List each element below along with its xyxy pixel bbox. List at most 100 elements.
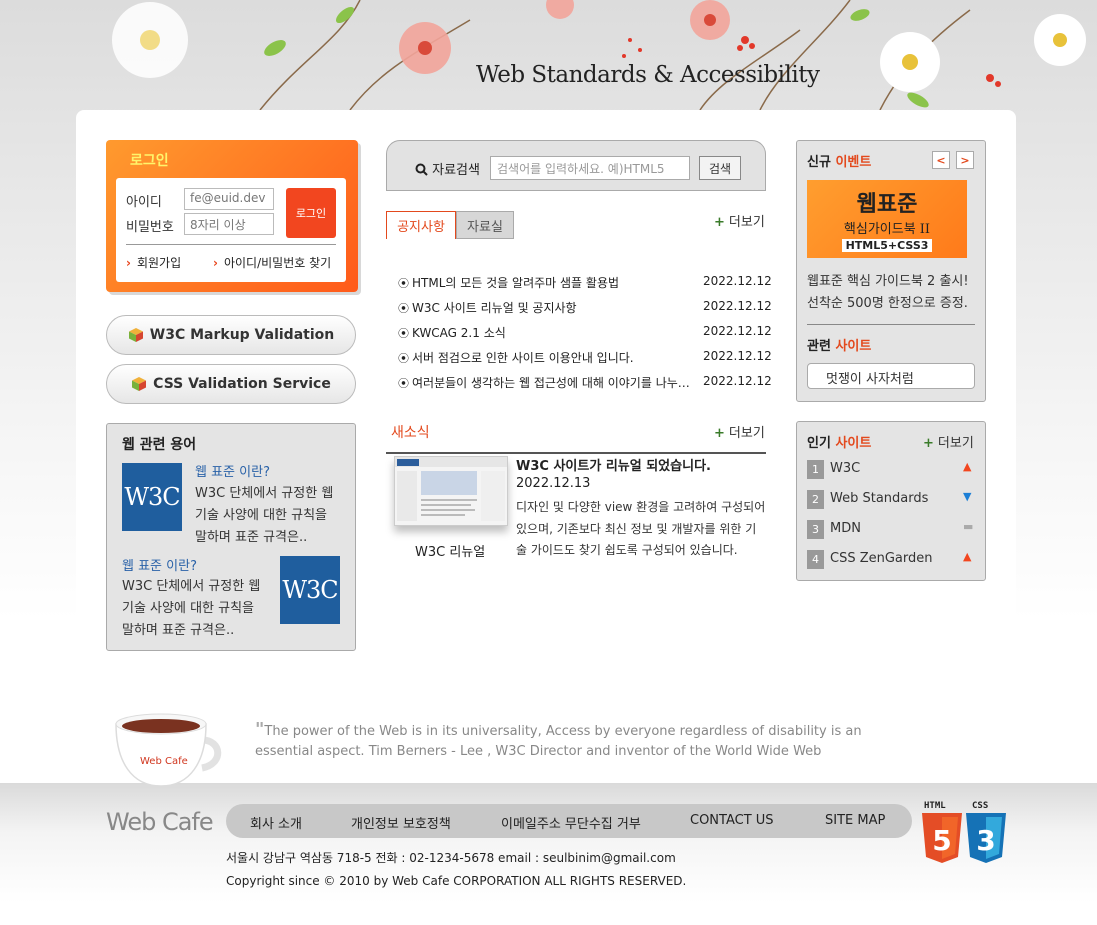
term-description: W3C 단체에서 규정한 웹 기술 사양에 대한 규칙을 말하며 표준 규격은.… [195,483,333,549]
password-input[interactable]: 8자리 이상 [184,213,274,235]
popular-site-item[interactable]: 4 CSS ZenGarden ▲ [807,550,977,572]
news-title: 새소식 [391,425,430,441]
list-item[interactable]: ⦿ KWCAG 2.1 소식 2022.12.12 [398,322,772,347]
popular-more-link[interactable]: + 더보기 [923,432,974,451]
css3-number: 3 [976,824,995,857]
next-arrow-button[interactable]: > [956,151,974,169]
popular-site-item[interactable]: 2 Web Standards ▼ [807,490,977,512]
search-bar: 자료검색 검색어를 입력하세요. 예)HTML5 검색 [386,140,766,191]
notice-more-link[interactable]: + 더보기 [714,211,765,230]
w3c-markup-validation-label: W3C Markup Validation [149,327,335,343]
news-thumbnail-caption: W3C 리뉴얼 [415,545,486,560]
news-more-link[interactable]: + 더보기 [714,422,765,441]
footer-link-sitemap[interactable]: SITE MAP [825,813,885,828]
footer-logo[interactable]: Web Cafe [106,808,214,836]
term-line: W3C 단체에서 규정한 웹 [122,579,261,594]
join-link[interactable]: › 회원가입 [126,254,181,271]
footer-copyright: Copyright since © 2010 by Web Cafe CORPO… [226,874,687,888]
password-label: 비밀번호 [126,220,174,235]
floral-decoration [112,0,1086,110]
tab-notice[interactable]: 공지사항 [386,211,456,239]
w3c-logo: W3C [122,463,182,531]
popular-site-item[interactable]: 3 MDN ▬ [807,520,977,542]
news-thumbnail[interactable] [394,456,508,526]
event-title: 신규 이벤트 [807,151,871,170]
term-heading[interactable]: 웹 표준 이란? [195,461,270,480]
w3c-markup-validation-button[interactable]: W3C Markup Validation [106,315,356,355]
footer-link-email-policy[interactable]: 이메일주소 무단수집 거부 [501,813,641,832]
id-label: 아이디 [126,195,162,210]
more-label: 더보기 [937,436,974,451]
term-line: W3C 단체에서 규정한 웹 [195,486,334,501]
tab-data[interactable]: 자료실 [456,211,514,239]
chevron-right-icon: › [126,256,131,270]
notice-date: 2022.12.12 [703,274,772,288]
notice-list: ⦿ HTML의 모든 것을 알려주마 샘플 활용법 2022.12.12 ⦿ W3C … [398,272,772,397]
term-line: 말하며 표준 규격은.. [195,530,308,545]
list-item[interactable]: ⦿ 서버 점검으로 인한 사이트 이용안내 입니다. 2022.12.12 [398,347,772,372]
notice-title: KWCAG 2.1 소식 [412,326,506,340]
login-box: 로그인 아이디 fe@euid.dev 비밀번호 8자리 이상 로그인 › 회원가… [106,140,358,292]
more-label: 더보기 [728,426,765,441]
more-label: 더보기 [728,215,765,230]
rank-number: 1 [807,460,824,479]
search-label-text: 자료검색 [432,163,480,178]
notice-date: 2022.12.12 [703,299,772,313]
event-book-image[interactable]: 웹표준 핵심가이드북 II HTML5+CSS3 [807,180,967,258]
popular-site-item[interactable]: 1 W3C ▲ [807,460,977,482]
footer-link-privacy[interactable]: 개인정보 보호정책 [351,813,451,832]
event-title-b: 이벤트 [835,155,872,170]
search-input[interactable]: 검색어를 입력하세요. 예)HTML5 [490,156,690,180]
footer-link-contact[interactable]: CONTACT US [690,813,774,828]
search-label: 자료검색 [415,159,480,178]
site-name: MDN [830,521,861,536]
popular-title-b: 사이트 [835,436,872,451]
quote: "The power of the Web is in its universa… [255,720,915,762]
related-title-a: 관련 [807,339,831,354]
bullet-icon: ⦿ [398,302,409,315]
bullet-icon: ⦿ [398,352,409,365]
bullet-icon: ⦿ [398,327,409,340]
search-button[interactable]: 검색 [699,156,741,180]
related-title-b: 사이트 [835,339,872,354]
term-heading[interactable]: 웹 표준 이란? [122,555,197,574]
notice-title: W3C 사이트 리뉴얼 및 공지사항 [412,301,577,315]
rank-number: 3 [807,520,824,539]
id-input[interactable]: fe@euid.dev [184,188,274,210]
html5-badge-label: HTML [924,801,946,811]
news-headline[interactable]: W3C 사이트가 리뉴얼 되었습니다. [516,455,711,474]
footer-nav: 회사 소개 개인정보 보호정책 이메일주소 무단수집 거부 CONTACT US… [226,804,912,838]
term-description: W3C 단체에서 규정한 웹 기술 사양에 대한 규칙을 말하며 표준 규격은.… [122,576,260,642]
notice-date: 2022.12.12 [703,324,772,338]
event-description: 웹표준 핵심 가이드북 2 출시! 선착순 500명 한정으로 증정. [807,271,969,315]
notice-date: 2022.12.12 [703,349,772,363]
plus-icon: + [714,215,725,230]
css-validation-button[interactable]: CSS Validation Service [106,364,356,404]
cube-icon [132,377,147,391]
prev-arrow-button[interactable]: < [932,151,950,169]
join-link-label: 회원가입 [136,256,182,270]
list-item[interactable]: ⦿ W3C 사이트 리뉴얼 및 공지사항 2022.12.12 [398,297,772,322]
footer-link-company[interactable]: 회사 소개 [250,813,302,832]
notice-date: 2022.12.12 [703,374,772,388]
list-item[interactable]: ⦿ HTML의 모든 것을 알려주마 샘플 활용법 2022.12.12 [398,272,772,297]
login-button[interactable]: 로그인 [286,188,336,238]
bullet-icon: ⦿ [398,377,409,390]
list-item[interactable]: ⦿여러분들이 생각하는 웹 접근성에 대해 이야기를 나누어 봅시다 2022.1… [398,372,772,397]
related-sites-select[interactable]: 멋쟁이 사자처럼 [807,363,975,389]
trend-same-icon: ▬ [963,520,974,533]
notice-title: 여러분들이 생각하는 웹 접근성에 대해 이야기를 나누어 봅시다 [412,376,690,390]
rank-number: 2 [807,490,824,509]
find-account-label: 아이디/비밀번호 찾기 [223,256,332,270]
login-form: 아이디 fe@euid.dev 비밀번호 8자리 이상 로그인 › 회원가입 › 아… [116,178,346,282]
plus-icon: + [714,426,725,441]
footer-address: 서울시 강남구 역삼동 718-5 전화 : 02-1234-5678 emai… [226,851,676,865]
news-divider [386,452,766,454]
quote-text: The power of the Web is in its universal… [255,724,862,759]
html5-icon: 5 [922,813,962,863]
trend-up-icon: ▲ [963,460,972,473]
event-divider [807,324,975,325]
popular-title-a: 인기 [807,436,831,451]
find-account-link[interactable]: › 아이디/비밀번호 찾기 [213,254,331,271]
cup-label: Web Cafe [140,756,188,767]
